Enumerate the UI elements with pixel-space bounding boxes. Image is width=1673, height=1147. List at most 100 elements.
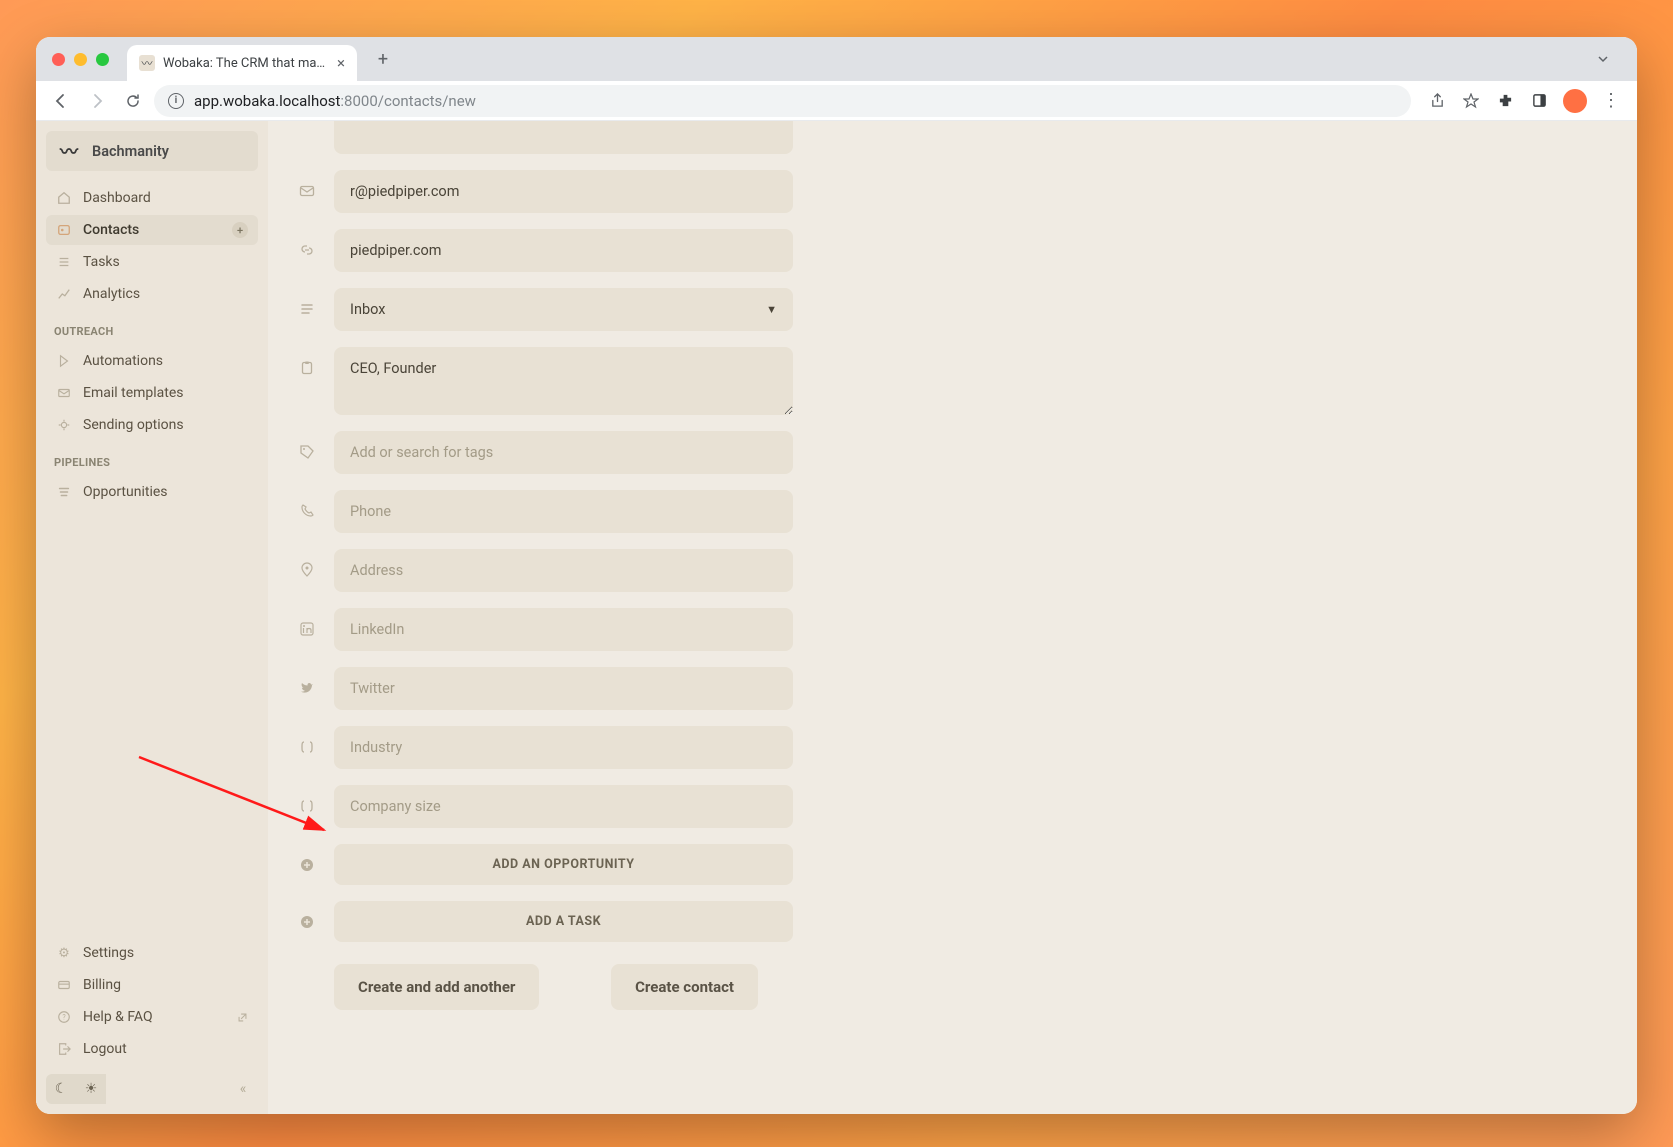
create-add-another-button[interactable]: Create and add another (334, 964, 539, 1010)
sidebar-item-email-templates[interactable]: Email templates (46, 378, 258, 408)
envelope-icon (56, 386, 72, 400)
sidebar-item-billing[interactable]: Billing (46, 970, 258, 1000)
nav-reload-button[interactable] (118, 86, 148, 116)
extensions-icon[interactable] (1495, 91, 1515, 111)
window-maximize-button[interactable] (96, 53, 109, 66)
create-contact-button[interactable]: Create contact (611, 964, 758, 1010)
sun-icon: ☀ (85, 1081, 98, 1097)
browser-window: 〰 Wobaka: The CRM that makes × + i app.w… (36, 37, 1637, 1114)
moon-icon: ☾ (55, 1081, 68, 1097)
tab-close-icon[interactable]: × (337, 54, 345, 72)
linkedin-input[interactable] (334, 608, 793, 651)
tags-input[interactable] (334, 431, 793, 474)
new-tab-button[interactable]: + (369, 45, 397, 73)
help-icon: ? (56, 1010, 72, 1024)
automation-icon (56, 354, 72, 368)
tab-title: Wobaka: The CRM that makes (163, 56, 329, 71)
sidebar-item-label: Automations (83, 353, 163, 369)
sidebar-item-label: Sending options (83, 417, 184, 433)
notes-textarea[interactable] (334, 347, 793, 415)
theme-dark-button[interactable]: ☾ (46, 1074, 76, 1104)
contacts-icon (56, 223, 72, 237)
sidebar-nav: Dashboard Contacts + Tasks (46, 183, 258, 507)
sidebar-item-opportunities[interactable]: Opportunities (46, 477, 258, 507)
sidebar-item-label: Email templates (83, 385, 184, 401)
theme-toggle: ☾ ☀ « (46, 1074, 258, 1104)
twitter-input[interactable] (334, 667, 793, 710)
custom-field-icon (298, 797, 316, 815)
app-root: 〰 Bachmanity Dashboard Contacts + (36, 121, 1637, 1114)
industry-input[interactable] (334, 726, 793, 769)
sidebar-item-label: Logout (83, 1041, 127, 1057)
sidebar-item-settings[interactable]: ⚙ Settings (46, 938, 258, 968)
browser-menu-icon[interactable]: ⋮ (1601, 91, 1621, 111)
caret-down-icon: ▼ (766, 303, 777, 316)
theme-light-button[interactable]: ☀ (76, 1074, 106, 1104)
sidebar-item-help[interactable]: ? Help & FAQ (46, 1002, 258, 1032)
settings-small-icon (56, 418, 72, 432)
name-input[interactable] (334, 121, 793, 154)
add-contact-badge-icon[interactable]: + (232, 222, 248, 238)
sidebar-item-label: Settings (83, 945, 134, 961)
email-input[interactable] (334, 170, 793, 213)
add-opportunity-button[interactable]: ADD AN OPPORTUNITY (334, 844, 793, 885)
sidebar-item-tasks[interactable]: Tasks (46, 247, 258, 277)
browser-address-bar: i app.wobaka.localhost:8000/contacts/new… (36, 81, 1637, 121)
nav-back-button[interactable] (46, 86, 76, 116)
sidebar-item-label: Opportunities (83, 484, 168, 500)
chevron-left-double-icon: « (240, 1081, 247, 1097)
nav-forward-button[interactable] (82, 86, 112, 116)
sidebar-section-outreach: OUTREACH (46, 311, 258, 344)
sidebar-item-label: Billing (83, 977, 121, 993)
sidebar-item-dashboard[interactable]: Dashboard (46, 183, 258, 213)
browser-tab-bar: 〰 Wobaka: The CRM that makes × + (36, 37, 1637, 81)
url-input[interactable]: i app.wobaka.localhost:8000/contacts/new (154, 85, 1411, 117)
browser-tab[interactable]: 〰 Wobaka: The CRM that makes × (127, 45, 357, 81)
plus-circle-icon (298, 856, 316, 874)
workspace-name: Bachmanity (92, 143, 169, 160)
bookmark-star-icon[interactable] (1461, 91, 1481, 111)
card-icon (56, 978, 72, 992)
site-info-icon[interactable]: i (168, 93, 184, 109)
window-controls (52, 53, 109, 66)
sidebar-item-logout[interactable]: Logout (46, 1034, 258, 1064)
website-input[interactable] (334, 229, 793, 272)
analytics-icon (56, 287, 72, 301)
linkedin-icon (298, 620, 316, 638)
email-icon (298, 182, 316, 200)
status-select[interactable]: Inbox ▼ (334, 288, 793, 331)
sidebar-item-label: Tasks (83, 254, 120, 270)
tabs-dropdown-icon[interactable] (1589, 45, 1617, 73)
company-size-input[interactable] (334, 785, 793, 828)
add-task-button[interactable]: ADD A TASK (334, 901, 793, 942)
list-icon (298, 300, 316, 318)
name-icon (298, 125, 316, 143)
profile-avatar-icon[interactable] (1563, 89, 1587, 113)
sidebar-item-sending-options[interactable]: Sending options (46, 410, 258, 440)
workspace-switcher[interactable]: 〰 Bachmanity (46, 131, 258, 171)
sidebar-item-automations[interactable]: Automations (46, 346, 258, 376)
contact-form: Inbox ▼ (298, 141, 793, 1010)
status-value: Inbox (350, 301, 385, 318)
sidebar-item-analytics[interactable]: Analytics (46, 279, 258, 309)
share-icon[interactable] (1427, 91, 1447, 111)
logout-icon (56, 1042, 72, 1056)
phone-input[interactable] (334, 490, 793, 533)
sidebar-collapse-button[interactable]: « (228, 1074, 258, 1104)
location-icon (298, 561, 316, 579)
sidebar-section-pipelines: PIPELINES (46, 442, 258, 475)
custom-field-icon (298, 738, 316, 756)
sidebar-item-contacts[interactable]: Contacts + (46, 215, 258, 245)
gear-icon: ⚙ (56, 946, 72, 961)
phone-icon (298, 502, 316, 520)
window-minimize-button[interactable] (74, 53, 87, 66)
svg-text:?: ? (62, 1014, 66, 1022)
window-close-button[interactable] (52, 53, 65, 66)
sidebar-item-label: Help & FAQ (83, 1009, 153, 1025)
main-content: Inbox ▼ (268, 121, 1637, 1114)
sidepanel-icon[interactable] (1529, 91, 1549, 111)
tasks-icon (56, 255, 72, 269)
address-input[interactable] (334, 549, 793, 592)
form-actions: Create and add another Create contact (298, 964, 758, 1010)
pipeline-icon (56, 485, 72, 499)
